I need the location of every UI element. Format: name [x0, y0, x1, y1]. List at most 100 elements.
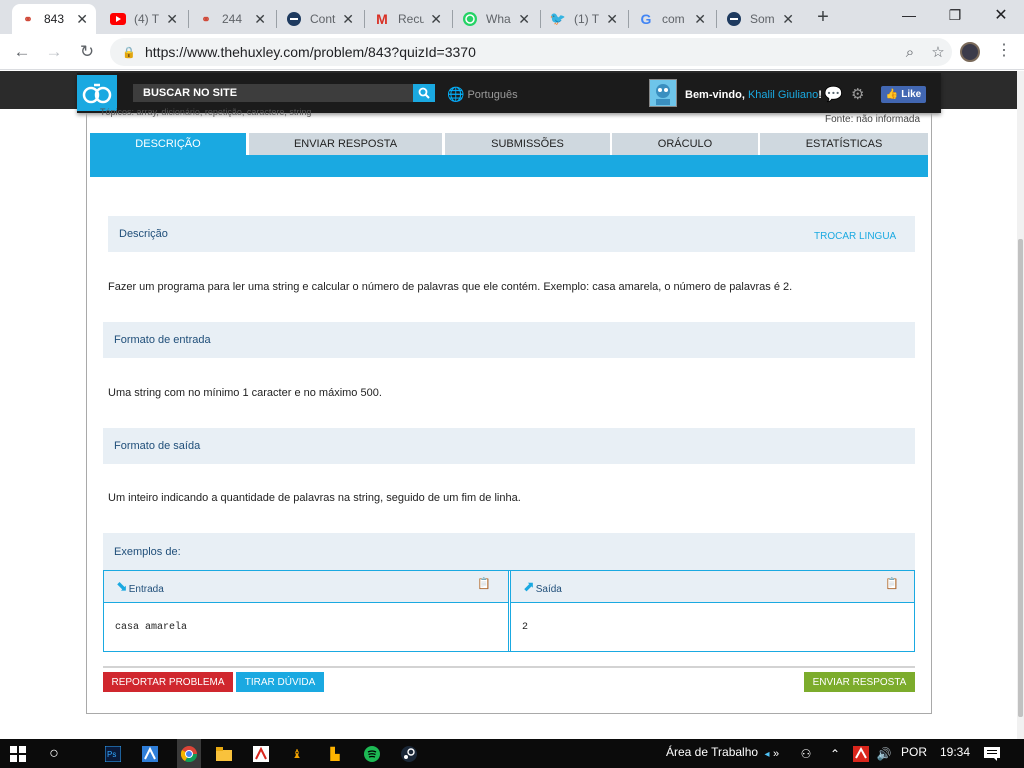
close-tab-icon[interactable]: ✕ [782, 11, 794, 28]
bookmark-star-icon[interactable]: ☆ [924, 43, 952, 61]
browser-menu-icon[interactable]: ⋮ [996, 40, 1012, 60]
close-tab-icon[interactable]: ✕ [166, 11, 178, 28]
tab-separator [716, 10, 717, 28]
back-arrow-icon[interactable]: ← [10, 40, 34, 64]
app-blue-icon[interactable] [140, 744, 160, 764]
speaker-icon[interactable]: 🔊 [874, 744, 894, 764]
close-tab-icon[interactable]: ✕ [342, 11, 354, 28]
show-hidden-icons-icon[interactable]: ⌃ [825, 744, 845, 764]
circle-favicon-icon [726, 11, 742, 27]
close-tab-icon[interactable]: ✕ [606, 11, 618, 28]
acrobat-icon[interactable] [251, 744, 271, 764]
copy-output-icon[interactable]: 📋 [885, 577, 899, 590]
app-yellow-icon[interactable]: ♝ [287, 744, 307, 764]
copy-input-icon[interactable]: 📋 [477, 577, 491, 590]
problem-tabs: DESCRIÇÃO ENVIAR RESPOSTA SUBMISSÕES ORÁ… [90, 133, 928, 155]
arrow-down-right-icon: ⬊ [116, 578, 128, 594]
page-viewport: BUSCAR NO SITE 🌐 Português Bem-vindo, Kh… [0, 71, 1017, 739]
twitter-icon: 🐦 [549, 11, 567, 26]
steam-icon[interactable] [399, 744, 419, 764]
antivirus-icon[interactable] [851, 744, 871, 764]
browser-tab-8[interactable]: G com ✕ [630, 4, 714, 34]
tab-descricao[interactable]: DESCRIÇÃO [90, 133, 246, 155]
tab-oraculo[interactable]: ORÁCULO [612, 133, 758, 155]
submit-answer-button[interactable]: ENVIAR RESPOSTA [804, 672, 915, 692]
address-bar[interactable]: 🔒 https://www.thehuxley.com/problem/843?… [110, 38, 952, 66]
notifications-icon[interactable] [982, 744, 1002, 764]
examples-table: ⬊ Entrada 📋 casa amarela ⬈ Saída 📋 2 [103, 570, 915, 652]
spotify-icon[interactable] [362, 744, 382, 764]
tab-estatisticas[interactable]: ESTATÍSTICAS [760, 133, 928, 155]
arrow-up-right-icon: ⬈ [523, 578, 535, 594]
tab-title: (1) T [574, 12, 600, 26]
gear-icon[interactable]: ⚙ [851, 85, 864, 103]
change-language-link[interactable]: TROCAR LINGUA [814, 231, 896, 242]
messages-icon[interactable]: 💬 [824, 85, 843, 103]
welcome-label: Bem-vindo, [685, 89, 745, 101]
browser-tab-2[interactable]: (4) T ✕ [102, 4, 186, 34]
close-tab-icon[interactable]: ✕ [430, 11, 442, 28]
tab-separator [188, 10, 189, 28]
browser-tab-5[interactable]: M Recu ✕ [366, 4, 450, 34]
language-selector[interactable]: 🌐 Português [447, 86, 518, 103]
tab-title: 244 [222, 12, 243, 26]
restore-icon[interactable]: ❐ [932, 0, 978, 30]
windows-start-icon[interactable] [8, 744, 28, 764]
tab-title: Wha [486, 12, 511, 26]
browser-tab-4[interactable]: Cont ✕ [278, 4, 362, 34]
whatsapp-icon [462, 11, 478, 27]
tab-enviar-resposta[interactable]: ENVIAR RESPOSTA [249, 133, 442, 155]
tab-separator [540, 10, 541, 28]
example-output-column: ⬈ Saída 📋 2 [511, 571, 914, 651]
user-avatar[interactable] [649, 79, 677, 107]
page-scrollbar[interactable] [1017, 71, 1024, 739]
cortana-search-icon[interactable]: ○ [44, 744, 64, 764]
people-icon[interactable]: ⚇ [796, 744, 816, 764]
close-tab-icon[interactable]: ✕ [694, 11, 706, 28]
scrollbar-thumb[interactable] [1018, 239, 1023, 717]
photoshop-icon[interactable]: Ps [103, 744, 123, 764]
browser-tab-6[interactable]: Wha ✕ [454, 4, 538, 34]
window-close-icon[interactable]: ✕ [978, 0, 1024, 30]
search-icon[interactable] [413, 84, 435, 102]
browser-tab-3[interactable]: ⚭ 244 ✕ [190, 4, 274, 34]
facebook-like-button[interactable]: 👍 Like [881, 86, 926, 103]
app-chart-icon[interactable]: ▙ [325, 744, 345, 764]
browser-tab-1[interactable]: ⚭ 843 ✕ [12, 4, 96, 34]
section-saida-header: Formato de saída [103, 428, 915, 464]
forward-arrow-icon[interactable]: → [42, 40, 66, 64]
browser-tab-7[interactable]: 🐦 (1) T ✕ [542, 4, 626, 34]
close-tab-icon[interactable]: ✕ [76, 11, 88, 28]
example-output-value: 2 [522, 621, 529, 633]
toolbar-expand-icon[interactable]: » [766, 744, 786, 764]
youtube-icon [110, 11, 126, 27]
ask-question-button[interactable]: TIRAR DÚVIDA [236, 672, 324, 692]
desktop-toolbar-label[interactable]: Área de Trabalho [666, 745, 758, 759]
site-search-input[interactable]: BUSCAR NO SITE [133, 84, 413, 102]
huxley-logo-icon[interactable] [77, 75, 117, 111]
zoom-icon[interactable]: ⌕ [896, 44, 924, 61]
report-problem-button[interactable]: REPORTAR PROBLEMA [103, 672, 233, 692]
example-output-label: Saída [535, 584, 562, 595]
file-explorer-icon[interactable] [214, 744, 234, 764]
windows-taskbar: ○ Ps ♝ ▙ Área de Trabalho ◂ » ⚇ ⌃ 🔊 POR … [0, 739, 1024, 768]
chrome-taskbar-icon[interactable] [177, 739, 201, 768]
new-tab-icon[interactable]: + [812, 6, 834, 29]
username-link[interactable]: Khalil Giuliano [748, 89, 818, 101]
section-title: Exemplos de: [114, 545, 181, 558]
gmail-icon: M [376, 11, 388, 27]
example-input-header: ⬊ Entrada [104, 571, 508, 603]
tab-separator [628, 10, 629, 28]
reload-icon[interactable]: ↻ [75, 40, 99, 64]
input-language[interactable]: POR [901, 745, 927, 759]
close-tab-icon[interactable]: ✕ [254, 11, 266, 28]
tab-submissoes[interactable]: SUBMISSÕES [445, 133, 610, 155]
circle-favicon-icon [286, 11, 302, 27]
profile-avatar[interactable] [960, 42, 980, 62]
close-tab-icon[interactable]: ✕ [518, 11, 530, 28]
minimize-icon[interactable]: — [886, 0, 932, 30]
svg-text:Ps: Ps [107, 750, 116, 759]
clock[interactable]: 19:34 [940, 745, 970, 759]
like-label: Like [901, 89, 922, 100]
browser-tab-9[interactable]: Som ✕ [718, 4, 802, 34]
